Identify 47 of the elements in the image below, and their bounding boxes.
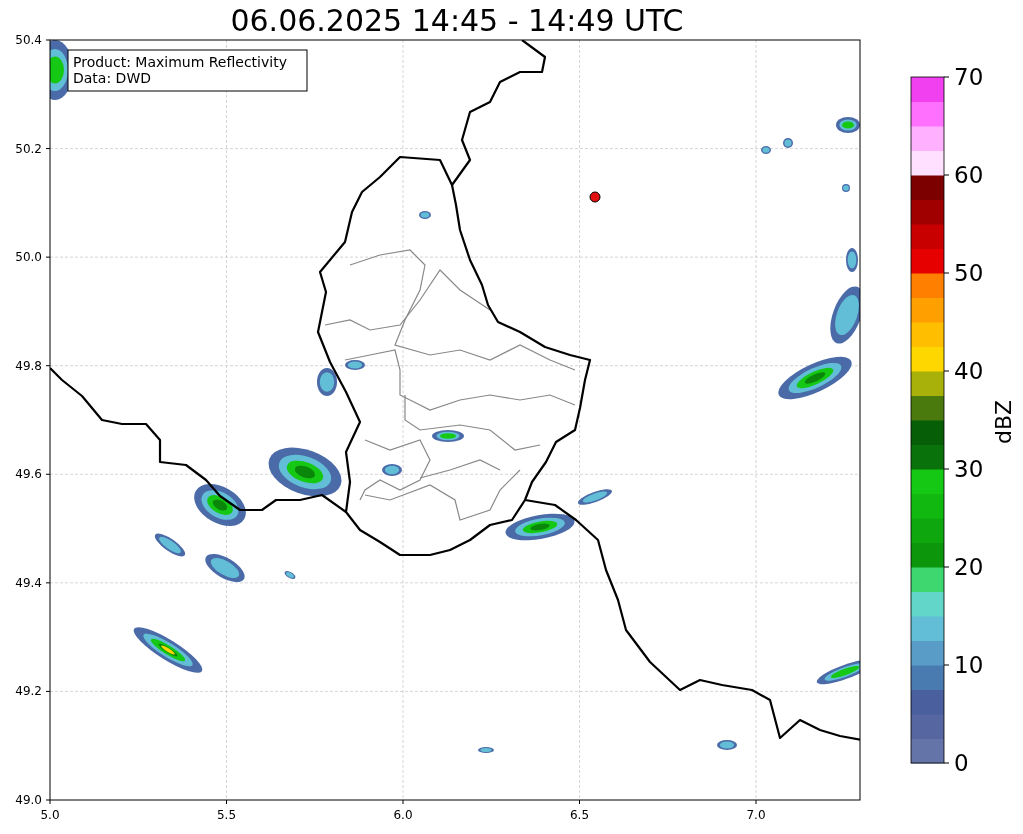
- radar-echo: [317, 368, 337, 396]
- axis-tick-label: 49.8: [15, 358, 42, 373]
- radar-echo: [345, 360, 365, 370]
- axis-tick-label: 6.0: [393, 808, 413, 822]
- axis-tick-label: 5.0: [40, 808, 60, 822]
- axis-tick-label: 5.5: [216, 808, 237, 822]
- radar-echo: [836, 117, 860, 133]
- colorbar-tick-label: 30: [954, 456, 984, 482]
- axis-tick-label: 6.5: [569, 808, 590, 822]
- colorbar-tick-label: 50: [954, 260, 984, 286]
- radar-echo: [133, 627, 203, 673]
- radar-site-marker: [589, 191, 601, 203]
- axis-tick-label: 49.0: [15, 793, 42, 807]
- radar-echo: [205, 554, 245, 582]
- axis-tick-label: 49.2: [15, 684, 42, 699]
- radar-echo: [284, 571, 296, 579]
- radar-echo: [432, 430, 464, 442]
- axis-tick-label: 49.6: [15, 467, 42, 482]
- radar-echo: [761, 146, 771, 154]
- colorbar-tick-label: 60: [954, 162, 984, 188]
- radar-echo: [154, 533, 186, 557]
- colorbar-label: dBZ: [991, 399, 1016, 445]
- radar-echo: [419, 211, 431, 219]
- radar-echo: [478, 747, 494, 753]
- colorbar-tick-label: 40: [954, 358, 984, 384]
- info-text: Product: Maximum Reflectivity: [73, 54, 287, 70]
- radar-echo: [194, 484, 246, 526]
- radar-echo: [816, 659, 860, 685]
- radar-echo: [830, 286, 860, 344]
- axis-tick-label: 50.2: [15, 141, 42, 156]
- chart-title: 06.06.2025 14:45 - 14:49 UTC: [230, 3, 684, 38]
- colorbar-tick-label: 70: [954, 64, 984, 90]
- radar-echo: [382, 464, 402, 476]
- radar-echo: [505, 513, 575, 541]
- info-text: Data: DWD: [73, 70, 151, 86]
- axis-tick-label: 7.0: [746, 808, 766, 822]
- radar-echo: [842, 184, 850, 192]
- radar-echo: [783, 138, 793, 148]
- radar-echo: [846, 248, 858, 272]
- colorbar-tick-label: 20: [954, 554, 984, 580]
- radar-echo: [578, 489, 612, 505]
- axis-tick-label: 50.0: [15, 250, 42, 265]
- radar-echo: [717, 740, 737, 750]
- colorbar-tick-label: 10: [954, 652, 984, 678]
- colorbar-tick-label: 0: [954, 750, 969, 776]
- axis-tick-label: 50.4: [15, 33, 42, 47]
- axis-tick-label: 49.4: [15, 575, 42, 590]
